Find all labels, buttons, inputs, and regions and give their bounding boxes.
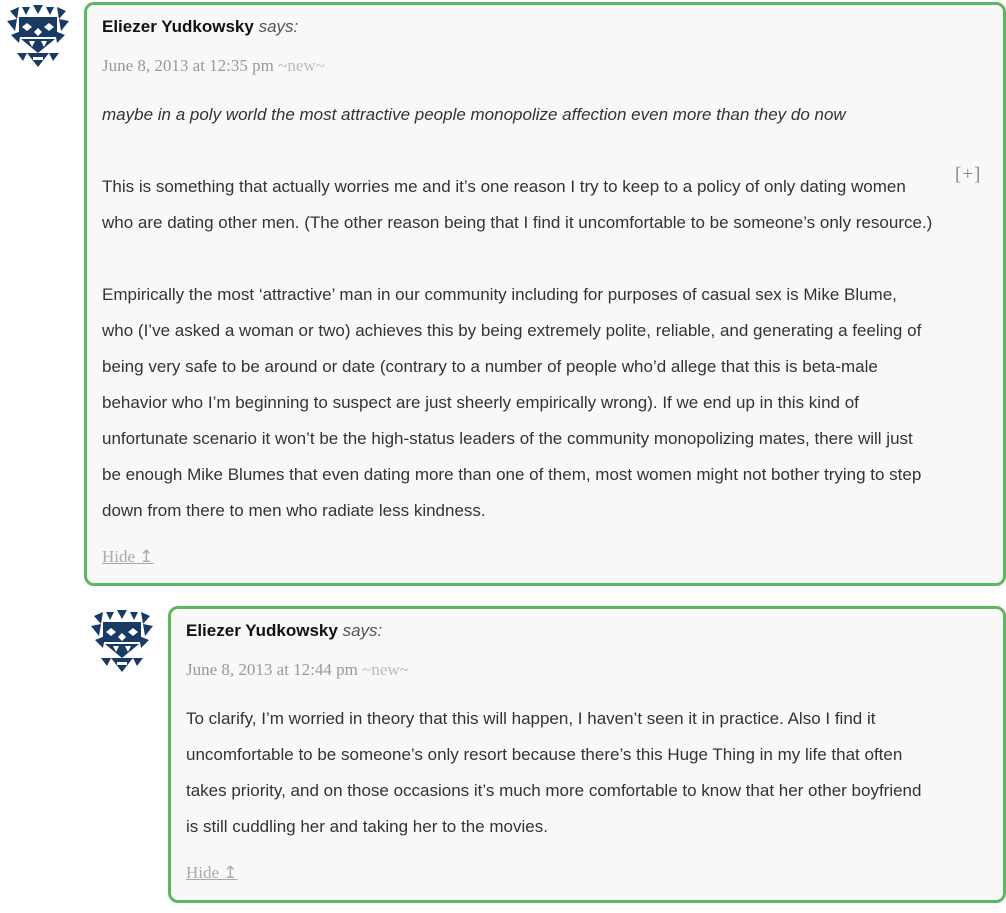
paragraph-line: behavior who I’m beginning to suspect ar… — [102, 393, 859, 412]
identicon-avatar-icon — [7, 5, 69, 67]
expand-toggle[interactable]: [+] — [955, 164, 981, 186]
paragraph-line: Empirically the most ‘attractive’ man in… — [102, 285, 897, 304]
comment: Eliezer Yudkowsky says: June 8, 2013 at … — [84, 2, 1006, 586]
paragraph-line: unfortunate scenario it won’t be the hig… — [102, 429, 913, 448]
comment-body: maybe in a poly world the most attractiv… — [102, 97, 988, 529]
avatar[interactable] — [7, 5, 69, 67]
comment-date-link[interactable]: June 8, 2013 at 12:44 pm — [186, 660, 358, 679]
comment-date-link[interactable]: June 8, 2013 at 12:35 pm — [102, 56, 274, 75]
comment-meta: June 8, 2013 at 12:35 pm ~new~ — [102, 54, 325, 78]
author-name[interactable]: Eliezer Yudkowsky — [186, 621, 338, 640]
new-tag: ~new~ — [362, 660, 409, 679]
comment-header: Eliezer Yudkowsky says: — [186, 620, 382, 642]
paragraph-line: uncomfortable to be someone’s only resor… — [186, 745, 903, 764]
author-name[interactable]: Eliezer Yudkowsky — [102, 17, 254, 36]
identicon-avatar-icon — [91, 610, 153, 672]
paragraph-line: being very safe to be around or date (co… — [102, 357, 878, 376]
paragraph-line: To clarify, I’m worried in theory that t… — [186, 709, 876, 728]
hide-link[interactable]: Hide ↥ — [102, 545, 154, 569]
avatar[interactable] — [91, 610, 153, 672]
quoted-text: maybe in a poly world the most attractiv… — [102, 105, 846, 124]
comment: Eliezer Yudkowsky says: June 8, 2013 at … — [168, 606, 1006, 903]
paragraph-line: be enough Mike Blumes that even dating m… — [102, 465, 922, 484]
paragraph-line: down from there to men who radiate less … — [102, 501, 486, 520]
paragraph-line: This is something that actually worries … — [102, 177, 906, 196]
hide-link[interactable]: Hide ↥ — [186, 861, 238, 885]
says-label: says: — [342, 621, 383, 640]
says-label: says: — [258, 17, 299, 36]
comment-meta: June 8, 2013 at 12:44 pm ~new~ — [186, 658, 409, 682]
comment-header: Eliezer Yudkowsky says: — [102, 16, 298, 38]
paragraph-line: who are dating other men. (The other rea… — [102, 213, 933, 232]
paragraph-line: takes priority, and on those occasions i… — [186, 781, 922, 800]
comment-body: To clarify, I’m worried in theory that t… — [186, 701, 988, 845]
paragraph-line: who (I’ve asked a woman or two) achieves… — [102, 321, 922, 340]
paragraph-line: is still cuddling her and taking her to … — [186, 817, 548, 836]
new-tag: ~new~ — [278, 56, 325, 75]
